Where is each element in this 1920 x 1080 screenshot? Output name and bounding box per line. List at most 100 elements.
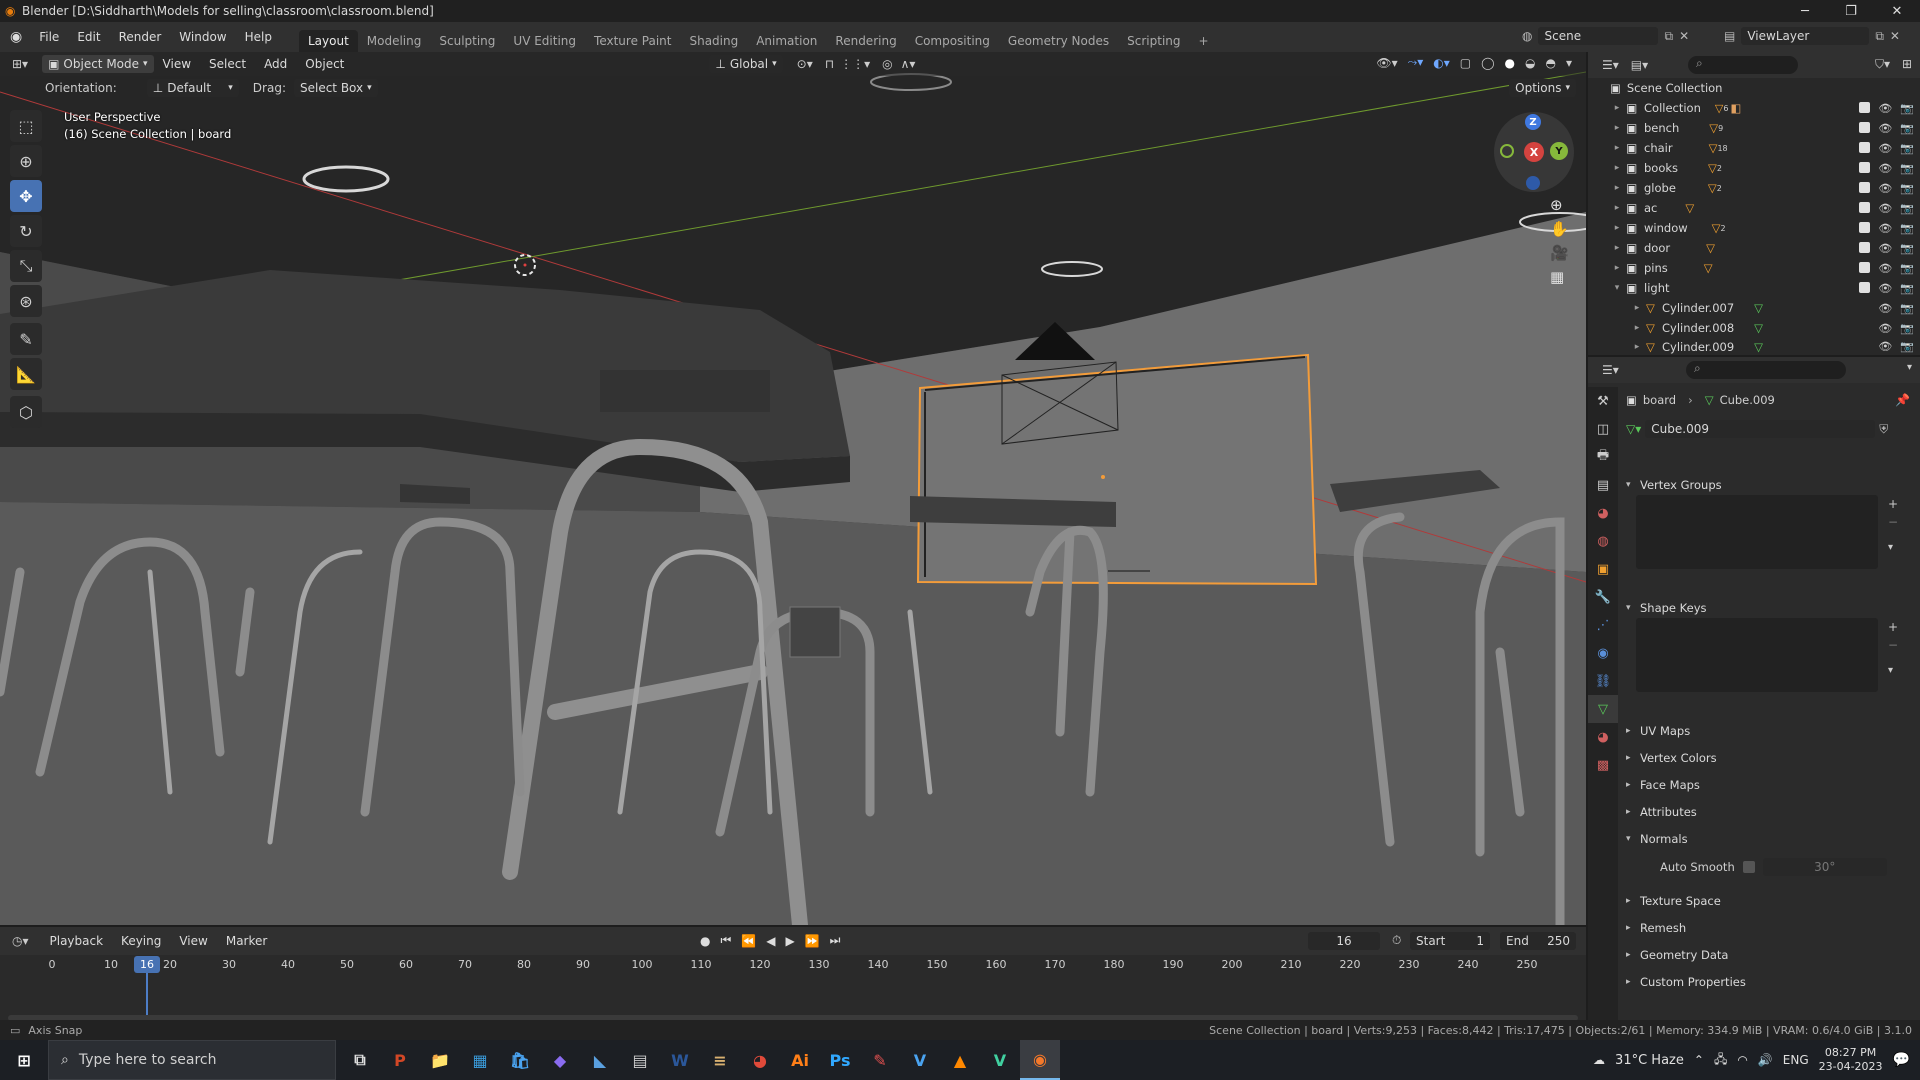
word-icon[interactable]: W: [660, 1040, 700, 1080]
expand-arrow-icon[interactable]: ▸: [1608, 143, 1626, 153]
pin-icon[interactable]: 📌: [1895, 393, 1910, 407]
eye-icon[interactable]: 👁: [1878, 282, 1892, 295]
view-layer-tab-icon[interactable]: ▤: [1588, 471, 1618, 499]
pan-hand-icon[interactable]: ✋: [1550, 220, 1569, 238]
calendar-app-icon[interactable]: ▦: [460, 1040, 500, 1080]
timeline-menu-marker[interactable]: Marker: [217, 934, 276, 948]
falloff-icon[interactable]: ∧▾: [901, 57, 916, 71]
exclude-checkbox[interactable]: [1859, 261, 1871, 273]
current-frame-field[interactable]: 16: [1308, 932, 1380, 950]
outliner-row[interactable]: ▸ ▣ door ▽ 👁 📷: [1588, 238, 1920, 258]
tab-uv-editing[interactable]: UV Editing: [504, 30, 585, 52]
snap-target-icon[interactable]: ⋮⋮▾: [840, 57, 870, 71]
render-camera-icon[interactable]: 📷: [1900, 122, 1914, 135]
visibility-icon[interactable]: 👁▾: [1376, 56, 1397, 70]
properties-editor-icon[interactable]: ☰▾: [1602, 363, 1619, 377]
annotate-icon[interactable]: ✎: [10, 323, 42, 355]
copilot-icon[interactable]: ◆: [540, 1040, 580, 1080]
gizmo-neg-y[interactable]: [1500, 144, 1514, 158]
eye-icon[interactable]: 👁: [1878, 142, 1892, 155]
app-icon[interactable]: ▤: [620, 1040, 660, 1080]
timeline-editor-icon[interactable]: ◷▾: [12, 934, 29, 948]
world-tab-icon[interactable]: ◍: [1588, 527, 1618, 555]
mesh-data-tab-icon[interactable]: ▽: [1588, 695, 1618, 723]
overlay-toggle-icon[interactable]: ◐▾: [1433, 56, 1450, 70]
eye-icon[interactable]: 👁: [1878, 302, 1892, 315]
stack-app-icon[interactable]: ≡: [700, 1040, 740, 1080]
snap-icon[interactable]: ⊓: [825, 57, 834, 71]
material-tab-icon[interactable]: ◕: [1588, 723, 1618, 751]
tab-modeling[interactable]: Modeling: [358, 30, 431, 52]
task-view-icon[interactable]: ⧉: [340, 1040, 380, 1080]
panel-normals[interactable]: ▾ Normals: [1626, 828, 1914, 850]
wireframe-shading-icon[interactable]: ◯: [1481, 56, 1494, 70]
render-camera-icon[interactable]: 📷: [1900, 202, 1914, 215]
render-camera-icon[interactable]: 📷: [1900, 222, 1914, 235]
gizmo-neg-z[interactable]: [1526, 176, 1540, 190]
navigation-gizmo[interactable]: X Y Z: [1494, 112, 1574, 192]
outliner-editor-icon[interactable]: ☰▾: [1602, 58, 1619, 72]
auto-smooth-angle-field[interactable]: 30°: [1762, 858, 1887, 876]
drag-selector[interactable]: Select Box ▾: [293, 79, 378, 97]
weather-icon[interactable]: ☁: [1593, 1053, 1605, 1067]
chevron-down-icon[interactable]: ▾: [1888, 665, 1893, 676]
photoshop-icon[interactable]: Ps: [820, 1040, 860, 1080]
maximize-icon[interactable]: ❐: [1828, 0, 1874, 22]
taskbar-search-box[interactable]: ⌕ Type here to search: [48, 1040, 336, 1080]
viewport-menu-object[interactable]: Object: [296, 57, 353, 71]
wifi-icon[interactable]: ◠: [1737, 1053, 1747, 1067]
menu-render[interactable]: Render: [110, 30, 171, 44]
clock[interactable]: 08:27 PM 23-04-2023: [1819, 1046, 1883, 1074]
new-view-layer-icon[interactable]: ⧉: [1875, 29, 1884, 44]
add-icon[interactable]: +: [1888, 497, 1898, 511]
exclude-checkbox[interactable]: [1859, 281, 1871, 293]
rotate-icon[interactable]: ↻: [10, 215, 42, 247]
photos-icon[interactable]: ◣: [580, 1040, 620, 1080]
vertex-groups-list[interactable]: [1636, 495, 1878, 569]
auto-smooth-checkbox[interactable]: [1742, 861, 1755, 873]
view-layer-field[interactable]: ViewLayer: [1741, 27, 1870, 45]
render-camera-icon[interactable]: 📷: [1900, 340, 1914, 353]
shape-keys-list[interactable]: [1636, 618, 1878, 692]
add-icon[interactable]: +: [1888, 620, 1898, 634]
remove-view-layer-icon[interactable]: ✕: [1890, 29, 1900, 43]
perspective-grid-icon[interactable]: ▦: [1550, 268, 1569, 286]
render-camera-icon[interactable]: 📷: [1900, 322, 1914, 335]
move-icon[interactable]: ✥: [10, 180, 42, 212]
timeline-menu-keying[interactable]: Keying: [112, 934, 170, 948]
store-icon[interactable]: 🛍: [500, 1040, 540, 1080]
panel-uv-maps[interactable]: ▸ UV Maps: [1626, 720, 1914, 742]
stopwatch-icon[interactable]: ⏱: [1392, 933, 1401, 948]
tab-shading[interactable]: Shading: [680, 30, 747, 52]
select-box-icon[interactable]: ⬚: [10, 110, 42, 142]
tool-tab-icon[interactable]: ⚒: [1588, 387, 1618, 415]
cursor-icon[interactable]: ⊕: [10, 145, 42, 177]
gizmo-y-axis[interactable]: Y: [1550, 142, 1568, 160]
menu-help[interactable]: Help: [236, 30, 281, 44]
fake-user-shield-icon[interactable]: ⛨: [1879, 422, 1888, 437]
minimize-icon[interactable]: ─: [1782, 0, 1828, 22]
rendered-shading-icon[interactable]: ◓: [1545, 56, 1555, 70]
3d-viewport[interactable]: ⊞▾ ▣ Object Mode ▾ View Select Add Objec…: [0, 52, 1586, 925]
scale-icon[interactable]: ⤡: [10, 250, 42, 282]
zoom-icon[interactable]: ⊕: [1550, 196, 1569, 214]
language-indicator[interactable]: ENG: [1783, 1053, 1809, 1067]
notifications-icon[interactable]: 💬: [1893, 1052, 1910, 1068]
weather-text[interactable]: 31°C Haze: [1615, 1053, 1684, 1068]
viewport-menu-select[interactable]: Select: [200, 57, 255, 71]
outliner-row[interactable]: ▸ ▣ books ▽ 2 👁 📷: [1588, 158, 1920, 178]
scene-tab-icon[interactable]: ◕: [1588, 499, 1618, 527]
render-camera-icon[interactable]: 📷: [1900, 182, 1914, 195]
vlc-icon[interactable]: ▲: [940, 1040, 980, 1080]
eye-icon[interactable]: 👁: [1878, 262, 1892, 275]
gizmo-x-axis[interactable]: X: [1524, 142, 1544, 162]
tab-sculpting[interactable]: Sculpting: [430, 30, 504, 52]
panel-vertex-colors[interactable]: ▸ Vertex Colors: [1626, 747, 1914, 769]
expand-arrow-icon[interactable]: ▸: [1608, 243, 1626, 253]
chevron-down-icon[interactable]: ▾: [1907, 362, 1912, 373]
expand-arrow-icon[interactable]: ▸: [1608, 103, 1626, 113]
menu-file[interactable]: File: [30, 30, 68, 44]
shading-options-icon[interactable]: ▾: [1566, 56, 1572, 70]
illustrator-icon[interactable]: Ai: [780, 1040, 820, 1080]
render-camera-icon[interactable]: 📷: [1900, 242, 1914, 255]
